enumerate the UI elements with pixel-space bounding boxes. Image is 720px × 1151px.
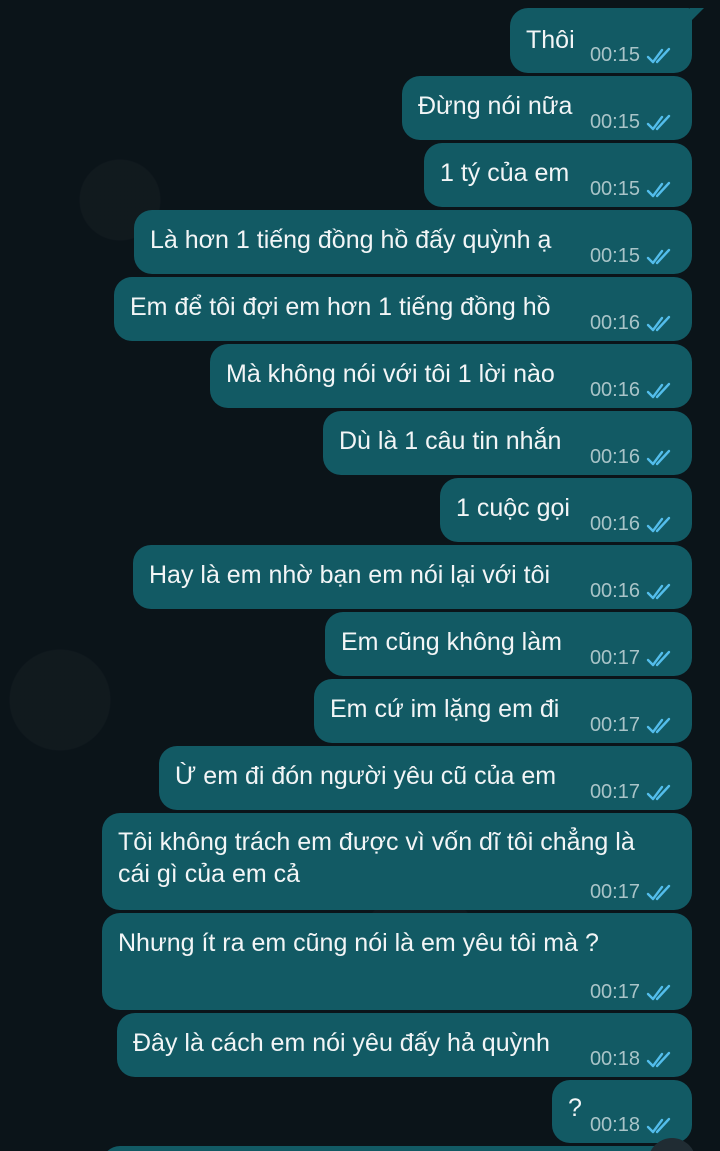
double-check-read-icon [646,47,671,63]
message-bubble[interactable]: Em cũng không làm 00:17 [325,612,692,676]
message-meta: 00:16 [590,312,676,335]
message-time: 00:17 [589,781,640,803]
message-time: 00:16 [589,446,640,468]
message-bubble[interactable]: Nhưng ít ra em cũng nói là em yêu tôi mà… [102,913,692,1010]
message-bubble[interactable]: Em để tôi đợi em hơn 1 tiếng đồng hồ 00:… [114,277,692,341]
message-time: 00:15 [589,178,640,200]
double-check-read-icon [646,516,671,532]
message-meta: 00:15 [590,44,676,67]
message-meta: 00:15 [590,178,676,201]
message-bubble[interactable]: Hay là em nhờ bạn em nói lại với tôi 00:… [133,545,692,609]
message-meta: 00:17 [590,781,676,804]
message-text: Ừ em đi đón người yêu cũ của em [175,762,557,790]
message-bubble[interactable]: Em cứ im lặng em đi 00:17 [314,679,692,743]
message-text: Hay là em nhờ bạn em nói lại với tôi [149,561,551,589]
double-check-read-icon [646,984,671,1000]
double-check-read-icon [646,449,671,465]
message-text: ? [568,1094,582,1122]
message-meta: 00:18 [590,1048,676,1071]
message-time: 00:17 [589,981,640,1003]
message-text: 1 cuộc gọi [456,494,570,522]
message-bubble[interactable]: 1 cuộc gọi 00:16 [440,478,692,542]
message-time: 00:16 [589,513,640,535]
message-meta: 00:15 [590,111,676,134]
message-text: Tôi không trách em được vì vốn dĩ tôi ch… [118,828,635,888]
chat-conversation: Thôi 00:15 Đừng nói nữa 00:15 1 tý của e… [0,0,720,1151]
message-bubble[interactable]: Đây là cách em nói yêu đấy hả quỳnh 00:1… [117,1013,692,1077]
message-meta: 00:17 [590,714,676,737]
message-text: 1 tý của em [440,159,570,187]
double-check-read-icon [646,717,671,733]
message-time: 00:16 [589,312,640,334]
message-bubble[interactable]: Mà không nói với tôi 1 lời nào 00:16 [210,344,692,408]
message-meta: 00:16 [590,446,676,469]
message-text: Đây là cách em nói yêu đấy hả quỳnh [133,1029,550,1057]
message-meta: 00:17 [590,981,676,1004]
message-time: 00:17 [589,714,640,736]
double-check-read-icon [646,583,671,599]
message-meta: 00:16 [590,513,676,536]
message-text: Em để tôi đợi em hơn 1 tiếng đồng hồ [130,293,551,321]
message-text: Dù là 1 câu tin nhắn [339,427,562,455]
double-check-read-icon [646,114,671,130]
message-bubble[interactable]: Đừng nói nữa 00:15 [402,76,692,140]
message-time: 00:16 [589,580,640,602]
double-check-read-icon [646,884,671,900]
message-meta: 00:16 [590,580,676,603]
message-meta: 00:15 [590,245,676,268]
message-text: Em cứ im lặng em đi [330,695,560,723]
message-text: Mà không nói với tôi 1 lời nào [226,360,555,388]
double-check-read-icon [646,1117,671,1133]
message-bubble[interactable]: Ừ em đi đón người yêu cũ của em 00:17 [159,746,692,810]
double-check-read-icon [646,784,671,800]
message-time: 00:17 [589,647,640,669]
message-text: Đừng nói nữa [418,92,573,120]
message-meta: 00:17 [590,647,676,670]
message-bubble[interactable]: Dù là 1 câu tin nhắn 00:16 [323,411,692,475]
double-check-read-icon [646,181,671,197]
message-text: Là hơn 1 tiếng đồng hồ đấy quỳnh ạ [150,226,552,254]
message-bubble[interactable]: Thôi 00:15 [510,8,704,73]
message-text: Thôi [526,26,575,54]
message-time: 00:17 [589,881,640,903]
message-meta: 00:16 [590,379,676,402]
message-meta: 00:18 [590,1114,676,1137]
message-time: 00:18 [589,1114,640,1136]
message-meta: 00:17 [590,881,676,904]
message-bubble[interactable]: Là hơn 1 tiếng đồng hồ đấy quỳnh ạ 00:15 [134,210,692,274]
double-check-read-icon [646,650,671,666]
partial-message-bubble [102,1146,692,1151]
message-time: 00:15 [589,111,640,133]
double-check-read-icon [646,248,671,264]
message-text: Nhưng ít ra em cũng nói là em yêu tôi mà… [118,929,599,957]
message-bubble[interactable]: Tôi không trách em được vì vốn dĩ tôi ch… [102,813,692,910]
message-text: Em cũng không làm [341,628,562,656]
message-bubble[interactable]: 1 tý của em 00:15 [424,143,692,207]
double-check-read-icon [646,382,671,398]
message-time: 00:16 [589,379,640,401]
double-check-read-icon [646,315,671,331]
message-time: 00:15 [589,245,640,267]
double-check-read-icon [646,1051,671,1067]
message-bubble[interactable]: ? 00:18 [552,1080,692,1143]
message-time: 00:18 [589,1048,640,1070]
message-time: 00:15 [589,44,640,66]
